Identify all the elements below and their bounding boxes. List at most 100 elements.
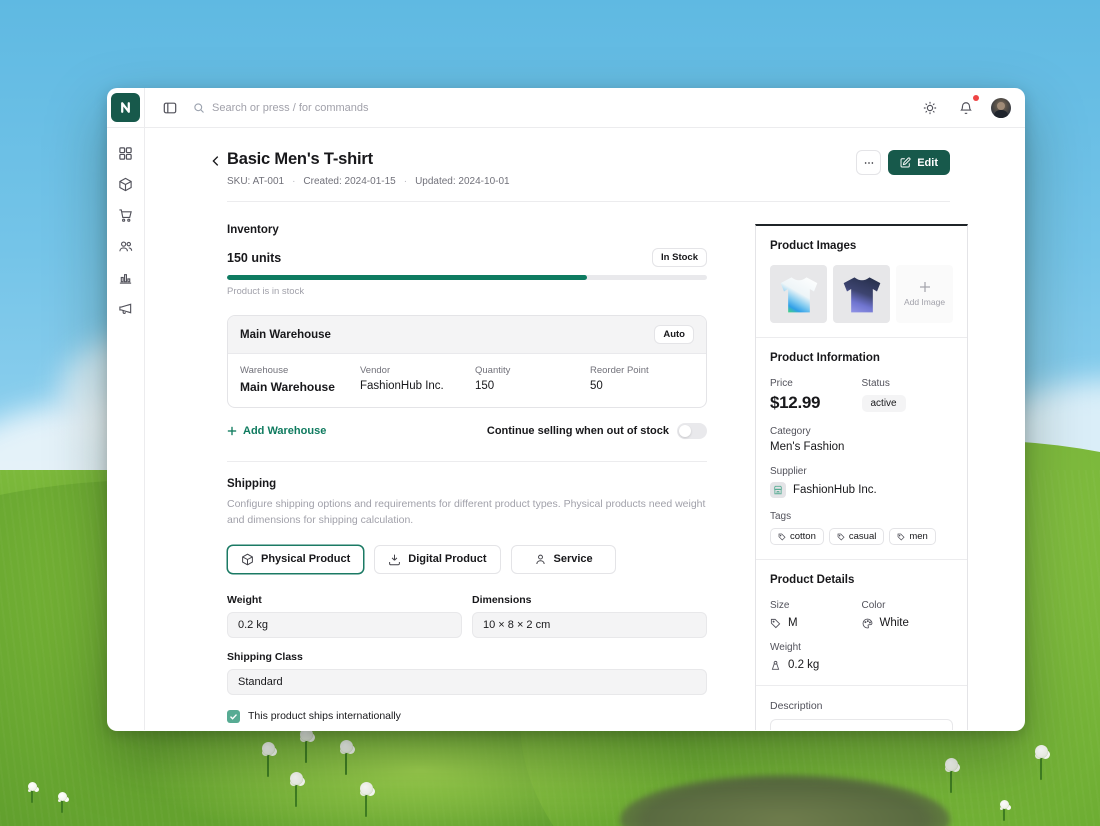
check-icon — [229, 712, 238, 721]
stock-units: 150 units — [227, 251, 281, 265]
search-icon — [193, 102, 205, 114]
back-arrow-icon[interactable] — [205, 151, 227, 173]
weight-icon — [770, 660, 781, 671]
add-warehouse-button[interactable]: Add Warehouse — [227, 425, 326, 437]
sidebar-item-dashboard[interactable] — [115, 142, 137, 164]
add-image-button[interactable]: Add Image — [896, 265, 953, 323]
physical-product-button[interactable]: Physical Product — [227, 545, 364, 574]
shipping-description: Configure shipping options and requireme… — [227, 497, 707, 529]
tag-icon — [778, 533, 786, 541]
weight-value-row: 0.2 kg — [770, 659, 953, 671]
download-icon — [388, 553, 401, 566]
inventory-section-title: Inventory — [227, 224, 707, 236]
page-header: Basic Men's T-shirt SKU: AT-001 · Create… — [205, 150, 950, 187]
grid-icon — [118, 146, 133, 161]
category-value: Men's Fashion — [770, 441, 953, 453]
product-panel: Product Images — [755, 224, 968, 730]
description-label: Description — [770, 700, 953, 712]
sidebar-item-orders[interactable] — [115, 204, 137, 226]
tshirt-light-image — [774, 269, 824, 319]
plus-icon — [919, 281, 931, 293]
continue-selling-toggle[interactable] — [677, 423, 707, 439]
continue-selling-label: Continue selling when out of stock — [487, 425, 669, 437]
notification-dot — [973, 95, 979, 101]
service-button[interactable]: Service — [511, 545, 616, 574]
sidebar-toggle-icon[interactable] — [159, 97, 181, 119]
shipping-section-title: Shipping — [227, 478, 707, 490]
edit-button[interactable]: Edit — [888, 150, 950, 175]
ellipsis-icon — [863, 157, 875, 169]
notifications-button[interactable] — [955, 97, 977, 119]
international-shipping-label: This product ships internationally — [248, 710, 401, 722]
weight-input[interactable] — [227, 612, 462, 638]
stock-caption: Product is in stock — [227, 286, 707, 297]
search-bar[interactable] — [193, 102, 442, 114]
app-window: Basic Men's T-shirt SKU: AT-001 · Create… — [107, 88, 1025, 731]
dimensions-input[interactable] — [472, 612, 707, 638]
sidebar-item-analytics[interactable] — [115, 266, 137, 288]
shipping-class-input[interactable] — [227, 669, 707, 695]
supplier-label: Supplier — [770, 466, 953, 477]
megaphone-icon — [118, 301, 133, 316]
search-input[interactable] — [212, 102, 442, 114]
color-value: White — [880, 617, 909, 629]
package-icon — [118, 177, 133, 192]
size-value-row: M — [770, 617, 862, 629]
more-actions-button[interactable] — [856, 150, 881, 175]
description-box: Comfortable cotton t-shirt perfect for e… — [770, 719, 953, 730]
international-shipping-checkbox[interactable] — [227, 710, 240, 723]
warehouse-card-title: Main Warehouse — [240, 329, 331, 341]
tag-icon — [897, 533, 905, 541]
sidebar-item-customers[interactable] — [115, 235, 137, 257]
stock-status-badge: In Stock — [652, 248, 707, 267]
weight-detail-label: Weight — [770, 642, 953, 653]
page-content: Basic Men's T-shirt SKU: AT-001 · Create… — [145, 128, 1025, 730]
tshirt-dark-image — [837, 269, 887, 319]
stock-progress-fill — [227, 275, 587, 280]
theme-toggle-button[interactable] — [919, 97, 941, 119]
tag-icon — [837, 533, 845, 541]
supplier-avatar-icon — [770, 482, 786, 498]
sun-icon — [923, 101, 937, 115]
sidebar-item-products[interactable] — [115, 173, 137, 195]
tag-chip-casual[interactable]: casual — [829, 528, 884, 545]
shipping-divider — [227, 461, 707, 462]
created-text: Created: 2024-01-15 — [303, 176, 395, 187]
updated-text: Updated: 2024-10-01 — [415, 176, 510, 187]
product-image-2[interactable] — [833, 265, 890, 323]
price-label: Price — [770, 378, 862, 389]
product-details-section: Product Details Size M — [756, 559, 967, 685]
shipping-class-label: Shipping Class — [227, 651, 707, 663]
weight-detail-value: 0.2 kg — [788, 659, 819, 671]
header-divider — [227, 201, 950, 202]
warehouse-card: Main Warehouse Auto Warehouse Main Wareh… — [227, 315, 707, 408]
product-image-1[interactable] — [770, 265, 827, 323]
user-avatar[interactable] — [991, 98, 1011, 118]
size-value: M — [788, 617, 798, 629]
chart-icon — [118, 270, 133, 285]
person-icon — [534, 553, 547, 566]
app-logo[interactable] — [111, 93, 140, 122]
users-icon — [118, 239, 133, 254]
supplier-value: FashionHub Inc. — [793, 484, 877, 496]
status-badge: active — [862, 395, 906, 412]
digital-product-button[interactable]: Digital Product — [374, 545, 500, 574]
status-label: Status — [862, 378, 954, 389]
auto-badge: Auto — [654, 325, 694, 344]
weight-label: Weight — [227, 594, 462, 606]
bell-icon — [959, 101, 973, 115]
edit-pencil-icon — [900, 157, 911, 168]
color-value-row: White — [862, 617, 954, 629]
product-information-section: Product Information Price $12.99 Status … — [756, 337, 967, 559]
page-title: Basic Men's T-shirt — [227, 150, 510, 169]
sku-text: SKU: AT-001 — [227, 176, 284, 187]
size-label: Size — [770, 600, 862, 611]
sidebar — [107, 128, 145, 730]
sidebar-item-marketing[interactable] — [115, 297, 137, 319]
tag-icon — [770, 618, 781, 629]
color-label: Color — [862, 600, 954, 611]
plus-icon — [227, 426, 237, 436]
tag-chip-cotton[interactable]: cotton — [770, 528, 824, 545]
package-icon — [241, 553, 254, 566]
tag-chip-men[interactable]: men — [889, 528, 935, 545]
